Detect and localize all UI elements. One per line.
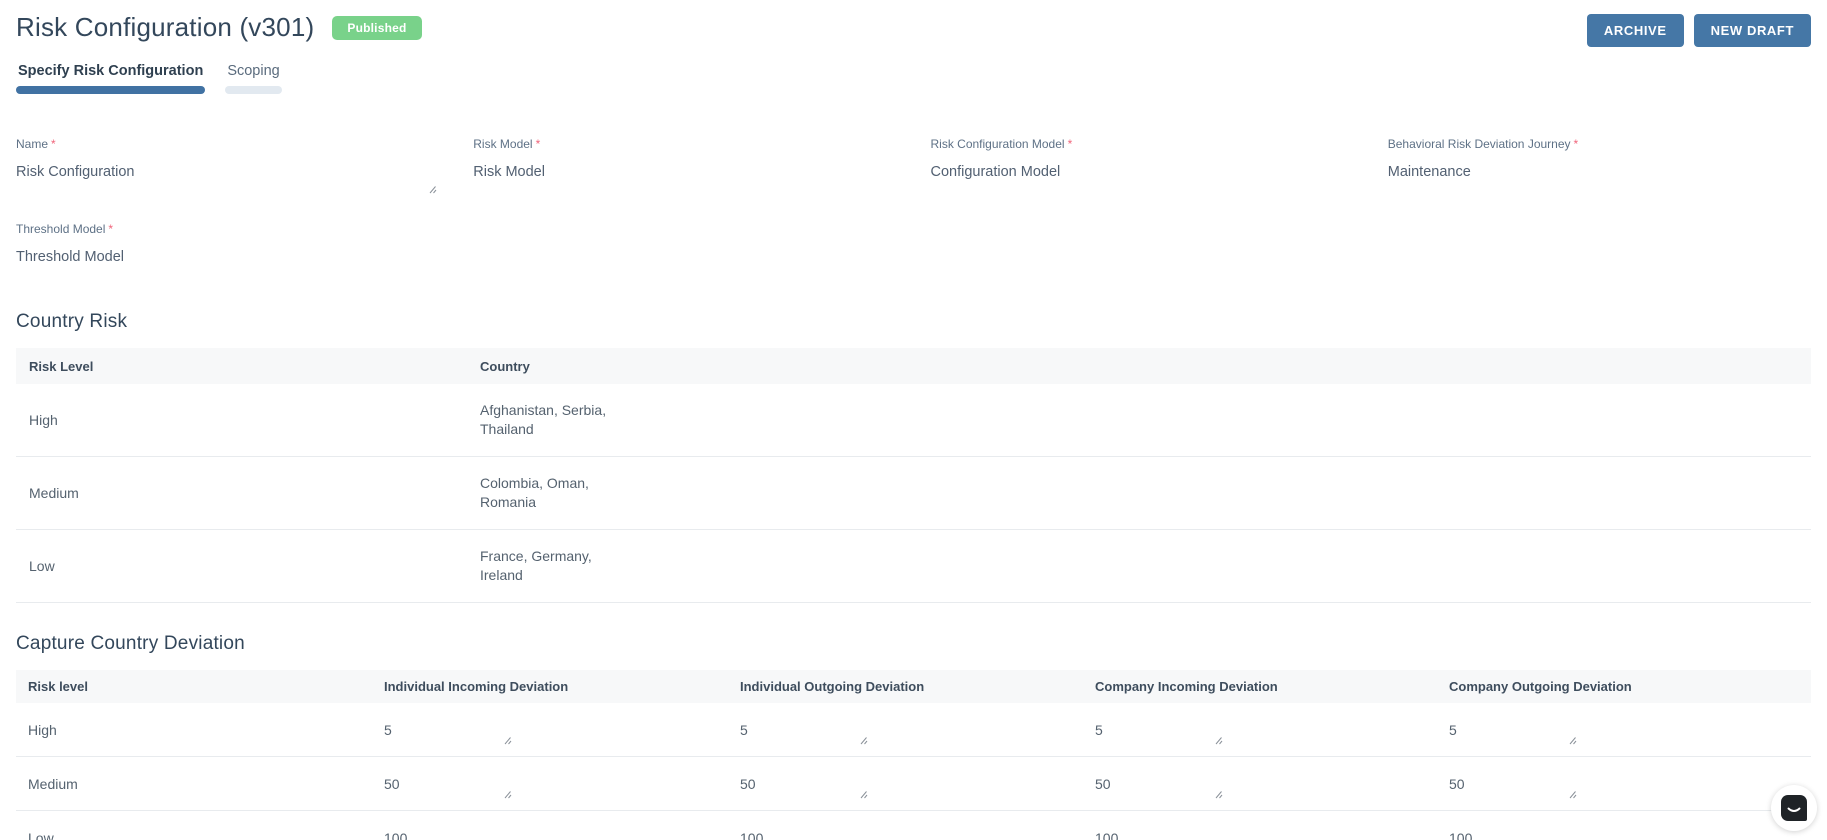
company-incoming-cell: 100: [1095, 820, 1449, 840]
risk-configuration-model-value[interactable]: Configuration Model: [931, 164, 1354, 180]
table-header-row: Risk Level Country: [16, 348, 1811, 384]
column-header-country: Country: [480, 358, 530, 374]
column-header-risk-level: Risk Level: [29, 358, 94, 374]
required-marker: *: [51, 137, 56, 151]
individual-incoming-cell: 100: [384, 820, 740, 840]
individual-incoming-cell: 5: [384, 712, 740, 747]
column-header-individual-incoming: Individual Incoming Deviation: [384, 679, 569, 694]
required-marker: *: [535, 137, 541, 151]
country-risk-table: Risk Level Country High Afghanistan, Ser…: [16, 348, 1811, 603]
company-incoming-input[interactable]: 100: [1095, 820, 1245, 840]
name-field: Name * Risk Configuration: [16, 135, 440, 194]
deviation-row-low: Low 100 100 100 100: [16, 811, 1811, 840]
company-incoming-input[interactable]: 5: [1095, 712, 1245, 747]
tab-label: Scoping: [227, 63, 280, 79]
tab-specify-risk-configuration[interactable]: Specify Risk Configuration: [16, 63, 206, 94]
deviation-row-medium: Medium 50 50 50 50: [16, 757, 1811, 811]
table-row-low: Low France, Germany, Ireland: [16, 530, 1811, 603]
company-incoming-cell: 5: [1095, 712, 1449, 747]
behavioral-risk-deviation-journey-label: Behavioral Risk Deviation Journey: [1387, 137, 1571, 151]
required-marker: *: [1573, 137, 1579, 151]
risk-level-cell: High: [28, 721, 57, 738]
threshold-model-field: Threshold Model * Threshold Model: [16, 220, 439, 265]
threshold-model-value[interactable]: Threshold Model: [16, 249, 439, 265]
threshold-model-label: Threshold Model: [16, 222, 106, 236]
table-header-row: Risk level Individual Incoming Deviation…: [16, 670, 1811, 703]
risk-level-cell: Low: [28, 829, 54, 840]
chat-launcher-button[interactable]: [1771, 785, 1817, 831]
archive-button[interactable]: ARCHIVE: [1586, 14, 1684, 47]
table-row-medium: Medium Colombia, Oman, Romania: [16, 457, 1811, 530]
company-outgoing-input[interactable]: 5: [1449, 712, 1599, 747]
tab-bar: Specify Risk Configuration Scoping: [16, 63, 1811, 94]
risk-level-cell: Medium: [28, 775, 78, 792]
column-header-company-incoming: Company Incoming Deviation: [1095, 679, 1278, 694]
inactive-tab-indicator: [225, 86, 282, 94]
individual-incoming-input[interactable]: 50: [384, 766, 534, 801]
individual-outgoing-cell: 5: [740, 712, 1095, 747]
column-header-risk-level: Risk level: [28, 679, 88, 694]
new-draft-button[interactable]: NEW DRAFT: [1693, 14, 1811, 47]
risk-level-cell: High: [29, 412, 58, 428]
countries-cell: France, Germany, Ireland: [480, 548, 592, 583]
behavioral-risk-deviation-journey-value[interactable]: Maintenance: [1388, 164, 1811, 180]
tab-scoping[interactable]: Scoping: [225, 63, 282, 94]
company-outgoing-input[interactable]: 100: [1449, 820, 1599, 840]
countries-cell: Afghanistan, Serbia, Thailand: [480, 402, 607, 437]
countries-cell: Colombia, Oman, Romania: [480, 475, 589, 510]
individual-outgoing-input[interactable]: 5: [740, 712, 890, 747]
country-risk-heading: Country Risk: [16, 311, 128, 332]
required-marker: *: [108, 222, 114, 236]
chat-messenger-icon: [1781, 795, 1807, 821]
individual-incoming-input[interactable]: 5: [384, 712, 534, 747]
risk-model-field: Risk Model * Risk Model: [473, 135, 896, 192]
name-label: Name: [16, 137, 49, 151]
required-marker: *: [1067, 137, 1073, 151]
table-row-high: High Afghanistan, Serbia, Thailand: [16, 384, 1811, 457]
company-outgoing-input[interactable]: 50: [1449, 766, 1599, 801]
status-badge: Published: [332, 15, 422, 40]
individual-outgoing-input[interactable]: 50: [740, 766, 890, 801]
company-outgoing-cell: 5: [1449, 712, 1811, 747]
country-deviation-table: Risk level Individual Incoming Deviation…: [16, 670, 1811, 840]
individual-outgoing-cell: 100: [740, 820, 1095, 840]
column-header-company-outgoing: Company Outgoing Deviation: [1449, 679, 1632, 694]
page-title: Risk Configuration (v301): [16, 12, 315, 42]
individual-outgoing-input[interactable]: 100: [740, 820, 890, 840]
capture-country-deviation-heading: Capture Country Deviation: [16, 633, 245, 654]
deviation-row-high: High 5 5 5 5: [16, 703, 1811, 757]
risk-level-cell: Low: [29, 558, 55, 574]
risk-level-cell: Medium: [29, 485, 79, 501]
behavioral-risk-deviation-journey-field: Behavioral Risk Deviation Journey * Maint…: [1388, 135, 1811, 192]
risk-model-value[interactable]: Risk Model: [473, 164, 896, 180]
risk-configuration-model-label: Risk Configuration Model: [930, 137, 1065, 151]
individual-incoming-cell: 50: [384, 766, 740, 801]
header-actions: ARCHIVE NEW DRAFT: [1586, 12, 1811, 47]
company-incoming-cell: 50: [1095, 766, 1449, 801]
name-input[interactable]: Risk Configuration: [16, 162, 440, 192]
individual-outgoing-cell: 50: [740, 766, 1095, 801]
page-header: Risk Configuration (v301) Published ARCH…: [16, 12, 1811, 47]
country-risk-section: Country Risk Risk Level Country High Afg…: [16, 311, 1811, 603]
active-tab-indicator: [16, 86, 206, 94]
risk-configuration-form: Name * Risk Configuration Risk Model * Ris…: [16, 135, 1811, 265]
column-header-individual-outgoing: Individual Outgoing Deviation: [740, 679, 925, 694]
tab-label: Specify Risk Configuration: [18, 63, 204, 79]
capture-country-deviation-section: Capture Country Deviation Risk level Ind…: [16, 633, 1811, 840]
risk-configuration-page: Risk Configuration (v301) Published ARCH…: [0, 0, 1827, 840]
company-outgoing-cell: 100: [1449, 820, 1811, 840]
company-incoming-input[interactable]: 50: [1095, 766, 1245, 801]
risk-configuration-model-field: Risk Configuration Model * Configuration …: [931, 135, 1354, 192]
individual-incoming-input[interactable]: 100: [384, 820, 534, 840]
company-outgoing-cell: 50: [1449, 766, 1811, 801]
risk-model-label: Risk Model: [473, 137, 533, 151]
